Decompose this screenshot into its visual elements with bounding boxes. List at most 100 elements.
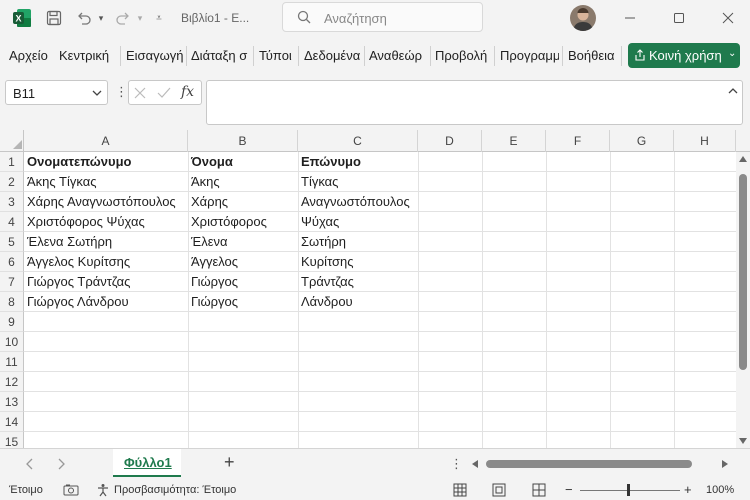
share-button[interactable]: Κοινή χρήση ⌄: [628, 43, 740, 68]
row-header[interactable]: 14: [0, 412, 24, 432]
column-header-d[interactable]: D: [418, 130, 482, 152]
row-header[interactable]: 6: [0, 252, 24, 272]
cell-c5[interactable]: Σωτήρη: [298, 232, 346, 252]
vertical-scrollbar[interactable]: [736, 152, 750, 448]
page-layout-view-icon[interactable]: [492, 483, 506, 497]
tab-page-layout[interactable]: Διάταξη σ: [191, 48, 251, 63]
tab-review[interactable]: Αναθεώρ: [369, 48, 427, 63]
horizontal-scroll-thumb[interactable]: [486, 460, 692, 468]
row-header[interactable]: 5: [0, 232, 24, 252]
status-accessibility[interactable]: Προσβασιμότητα: Έτοιμο: [114, 484, 236, 496]
search-box[interactable]: Αναζήτηση: [282, 2, 483, 32]
horizontal-scrollbar[interactable]: [472, 458, 734, 470]
tab-data[interactable]: Δεδομένα: [304, 48, 362, 63]
tab-formulas[interactable]: Τύποι: [259, 48, 292, 63]
cell-b8[interactable]: Γιώργος: [188, 292, 238, 312]
zoom-in-button[interactable]: +: [684, 482, 692, 497]
page-break-view-icon[interactable]: [532, 483, 546, 497]
save-icon[interactable]: [44, 8, 64, 28]
cell-c1[interactable]: Επώνυμο: [298, 152, 361, 172]
zoom-level[interactable]: 100%: [706, 484, 734, 496]
name-box[interactable]: B11: [5, 80, 108, 105]
cell-b4[interactable]: Χριστόφορος: [188, 212, 267, 232]
cell-a5[interactable]: Έλενα Σωτήρη: [24, 232, 112, 252]
column-header-h[interactable]: H: [674, 130, 736, 152]
row-header[interactable]: 8: [0, 292, 24, 312]
cell-a7[interactable]: Γιώργος Τράντζας: [24, 272, 130, 292]
column-header-g[interactable]: G: [610, 130, 674, 152]
row-header[interactable]: 9: [0, 312, 24, 332]
tab-help[interactable]: Βοήθεια: [568, 48, 615, 63]
column-header-a[interactable]: A: [24, 130, 188, 152]
cancel-icon[interactable]: [134, 87, 146, 99]
row-header[interactable]: 13: [0, 392, 24, 412]
row-header[interactable]: 1: [0, 152, 24, 172]
tab-developer[interactable]: Προγραμμ: [500, 48, 559, 63]
macro-recording-icon[interactable]: [63, 484, 79, 496]
minimize-icon[interactable]: [620, 8, 640, 28]
formula-input[interactable]: [206, 80, 743, 125]
column-header-b[interactable]: B: [188, 130, 298, 152]
previous-sheet-icon[interactable]: [25, 458, 33, 470]
tab-view[interactable]: Προβολή: [435, 48, 487, 63]
close-icon[interactable]: [718, 8, 738, 28]
column-header-f[interactable]: F: [546, 130, 610, 152]
customize-toolbar-icon[interactable]: ⩡: [152, 8, 166, 28]
redo-dropdown-icon[interactable]: ▾: [135, 8, 145, 28]
row-header[interactable]: 11: [0, 352, 24, 372]
tab-home[interactable]: Κεντρική: [59, 48, 109, 63]
scroll-right-icon[interactable]: [722, 460, 728, 468]
scroll-down-icon[interactable]: [739, 438, 747, 444]
cell-c6[interactable]: Κυρίτσης: [298, 252, 354, 272]
cell-c8[interactable]: Λάνδρου: [298, 292, 353, 312]
row-header[interactable]: 4: [0, 212, 24, 232]
tab-file[interactable]: Αρχείο: [9, 48, 48, 63]
insert-function-icon[interactable]: fx: [181, 84, 194, 100]
redo-icon[interactable]: [113, 8, 133, 28]
sheet-tab-1[interactable]: Φύλλο1: [113, 449, 181, 477]
row-header[interactable]: 10: [0, 332, 24, 352]
select-all-button[interactable]: [0, 130, 24, 152]
cell-a4[interactable]: Χριστόφορος Ψύχας: [24, 212, 145, 232]
cell-c7[interactable]: Τράντζας: [298, 272, 354, 292]
next-sheet-icon[interactable]: [58, 458, 66, 470]
row-header[interactable]: 15: [0, 432, 24, 448]
cell-c3[interactable]: Αναγνωστόπουλος: [298, 192, 410, 212]
more-options-icon[interactable]: ⋮: [115, 84, 128, 100]
accessibility-icon[interactable]: [96, 483, 110, 497]
cell-b1[interactable]: Όνομα: [188, 152, 233, 172]
enter-icon[interactable]: [157, 87, 171, 99]
tab-insert[interactable]: Εισαγωγή: [126, 48, 183, 63]
chevron-down-icon[interactable]: [92, 89, 102, 97]
row-header[interactable]: 7: [0, 272, 24, 292]
cell-a8[interactable]: Γιώργος Λάνδρου: [24, 292, 129, 312]
add-sheet-button[interactable]: +: [224, 452, 235, 473]
row-header[interactable]: 12: [0, 372, 24, 392]
collapse-formula-bar-icon[interactable]: [728, 87, 738, 95]
zoom-slider-thumb[interactable]: [627, 484, 630, 496]
column-header-c[interactable]: C: [298, 130, 418, 152]
cell-b5[interactable]: Έλενα: [188, 232, 228, 252]
cell-a1[interactable]: Ονοματεπώνυμο: [24, 152, 131, 172]
cell-c4[interactable]: Ψύχας: [298, 212, 339, 232]
maximize-icon[interactable]: [669, 8, 689, 28]
vertical-scroll-thumb[interactable]: [739, 174, 747, 370]
user-avatar[interactable]: [570, 5, 596, 31]
cell-a3[interactable]: Χάρης Αναγνωστόπουλος: [24, 192, 176, 212]
sheet-options-icon[interactable]: ⋮: [450, 456, 463, 472]
cell-a6[interactable]: Άγγελος Κυρίτσης: [24, 252, 130, 272]
cell-b3[interactable]: Χάρης: [188, 192, 228, 212]
scroll-left-icon[interactable]: [472, 460, 478, 468]
cell-b6[interactable]: Άγγελος: [188, 252, 238, 272]
row-header[interactable]: 3: [0, 192, 24, 212]
share-dropdown-icon[interactable]: ⌄: [728, 48, 736, 59]
normal-view-icon[interactable]: [453, 483, 467, 497]
undo-dropdown-icon[interactable]: ▾: [96, 8, 106, 28]
row-header[interactable]: 2: [0, 172, 24, 192]
column-header-e[interactable]: E: [482, 130, 546, 152]
cell-b2[interactable]: Άκης: [188, 172, 220, 192]
undo-icon[interactable]: [74, 8, 94, 28]
cell-c2[interactable]: Τίγκας: [298, 172, 338, 192]
scroll-up-icon[interactable]: [739, 156, 747, 162]
zoom-out-button[interactable]: −: [565, 482, 573, 497]
